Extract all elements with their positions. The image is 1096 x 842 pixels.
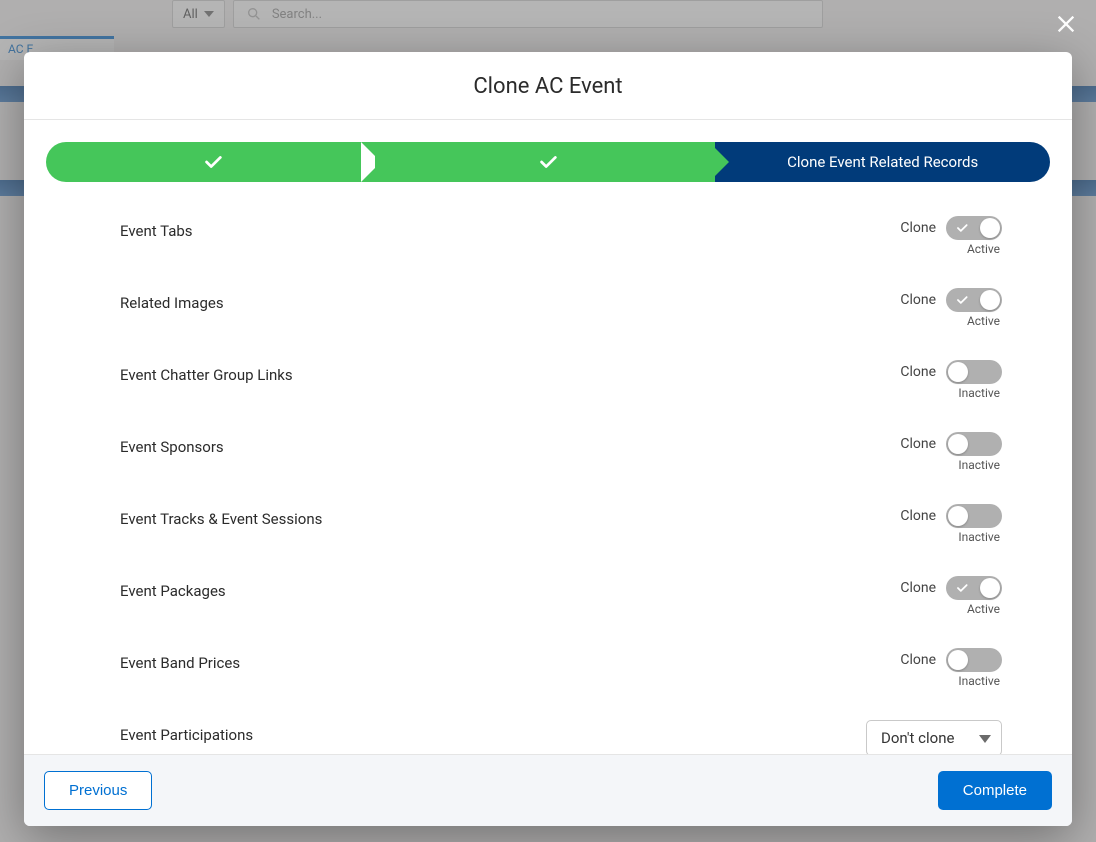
- toggle-status: Active: [967, 242, 1002, 256]
- complete-button[interactable]: Complete: [938, 771, 1052, 810]
- toggle-col: Clone Active: [900, 576, 1002, 616]
- clone-toggle[interactable]: [946, 360, 1002, 384]
- check-icon: [954, 292, 970, 308]
- scope-label: All: [183, 7, 198, 22]
- toggle-col: Clone Active: [900, 288, 1002, 328]
- scope-selector: All: [172, 0, 225, 28]
- toggle-status: Inactive: [958, 530, 1002, 544]
- toggle-status: Active: [967, 314, 1002, 328]
- search-icon: [246, 6, 262, 22]
- clone-label: Clone: [900, 292, 936, 308]
- toggle-col: Clone Inactive: [900, 360, 1002, 400]
- previous-button[interactable]: Previous: [44, 771, 152, 810]
- check-icon: [537, 151, 559, 173]
- clone-label: Clone: [900, 652, 936, 668]
- chevron-down-icon: [979, 735, 991, 743]
- clone-toggle[interactable]: [946, 576, 1002, 600]
- toggle-knob: [980, 218, 1000, 238]
- row-event-participations: Event Participations Don't clone: [120, 704, 1002, 754]
- row-label: Event Participations: [120, 720, 253, 744]
- toggle-knob: [980, 290, 1000, 310]
- toggle-col: Clone Inactive: [900, 432, 1002, 472]
- modal-body: Event Tabs Clone Active Related Images Clone…: [24, 190, 1072, 754]
- row-0: Event Tabs Clone Active: [120, 200, 1002, 272]
- toggle-col: Clone Active: [900, 216, 1002, 256]
- clone-toggle[interactable]: [946, 432, 1002, 456]
- clone-label: Clone: [900, 508, 936, 524]
- toggle-status: Active: [967, 602, 1002, 616]
- caret-down-icon: [204, 11, 214, 17]
- toggle-status: Inactive: [958, 386, 1002, 400]
- progress-step-3-current[interactable]: Clone Event Related Records: [715, 142, 1050, 182]
- clone-label: Clone: [900, 364, 936, 380]
- modal-title: Clone AC Event: [24, 52, 1072, 120]
- toggle-knob: [948, 506, 968, 526]
- row-label: Event Chatter Group Links: [120, 360, 293, 384]
- row-6: Event Band Prices Clone Inactive: [120, 632, 1002, 704]
- row-label: Related Images: [120, 288, 224, 312]
- progress-indicator: Clone Event Related Records: [24, 120, 1072, 190]
- clone-toggle[interactable]: [946, 648, 1002, 672]
- clone-label: Clone: [900, 580, 936, 596]
- clone-label: Clone: [900, 220, 936, 236]
- row-4: Event Tracks & Event Sessions Clone Inacti…: [120, 488, 1002, 560]
- row-3: Event Sponsors Clone Inactive: [120, 416, 1002, 488]
- clone-toggle[interactable]: [946, 288, 1002, 312]
- check-icon: [954, 220, 970, 236]
- row-label: Event Tabs: [120, 216, 193, 240]
- participations-select[interactable]: Don't clone: [866, 720, 1002, 754]
- progress-step-1[interactable]: [46, 142, 381, 182]
- toggle-knob: [980, 578, 1000, 598]
- row-label: Event Sponsors: [120, 432, 224, 456]
- toggle-knob: [948, 650, 968, 670]
- check-icon: [954, 580, 970, 596]
- toggle-knob: [948, 362, 968, 382]
- row-label: Event Band Prices: [120, 648, 240, 672]
- toggle-status: Inactive: [958, 458, 1002, 472]
- progress-step-2[interactable]: [381, 142, 716, 182]
- toggle-col: Clone Inactive: [900, 648, 1002, 688]
- row-label: Event Packages: [120, 576, 226, 600]
- toggle-col: Clone Inactive: [900, 504, 1002, 544]
- check-icon: [202, 151, 224, 173]
- clone-label: Clone: [900, 436, 936, 452]
- clone-toggle[interactable]: [946, 504, 1002, 528]
- modal-footer: Previous Complete: [24, 754, 1072, 826]
- select-value: Don't clone: [881, 729, 954, 747]
- close-button[interactable]: [1052, 10, 1080, 38]
- close-icon: [1055, 13, 1077, 35]
- search-placeholder: Search...: [272, 7, 322, 22]
- row-5: Event Packages Clone Active: [120, 560, 1002, 632]
- toggle-knob: [948, 434, 968, 454]
- clone-toggle[interactable]: [946, 216, 1002, 240]
- row-2: Event Chatter Group Links Clone Inactive: [120, 344, 1002, 416]
- progress-step-3-label: Clone Event Related Records: [787, 153, 978, 171]
- row-label: Event Tracks & Event Sessions: [120, 504, 322, 528]
- clone-event-modal: Clone AC Event Clone Event Related Recor…: [24, 52, 1072, 826]
- row-1: Related Images Clone Active: [120, 272, 1002, 344]
- global-search: Search...: [233, 0, 823, 28]
- toggle-status: Inactive: [958, 674, 1002, 688]
